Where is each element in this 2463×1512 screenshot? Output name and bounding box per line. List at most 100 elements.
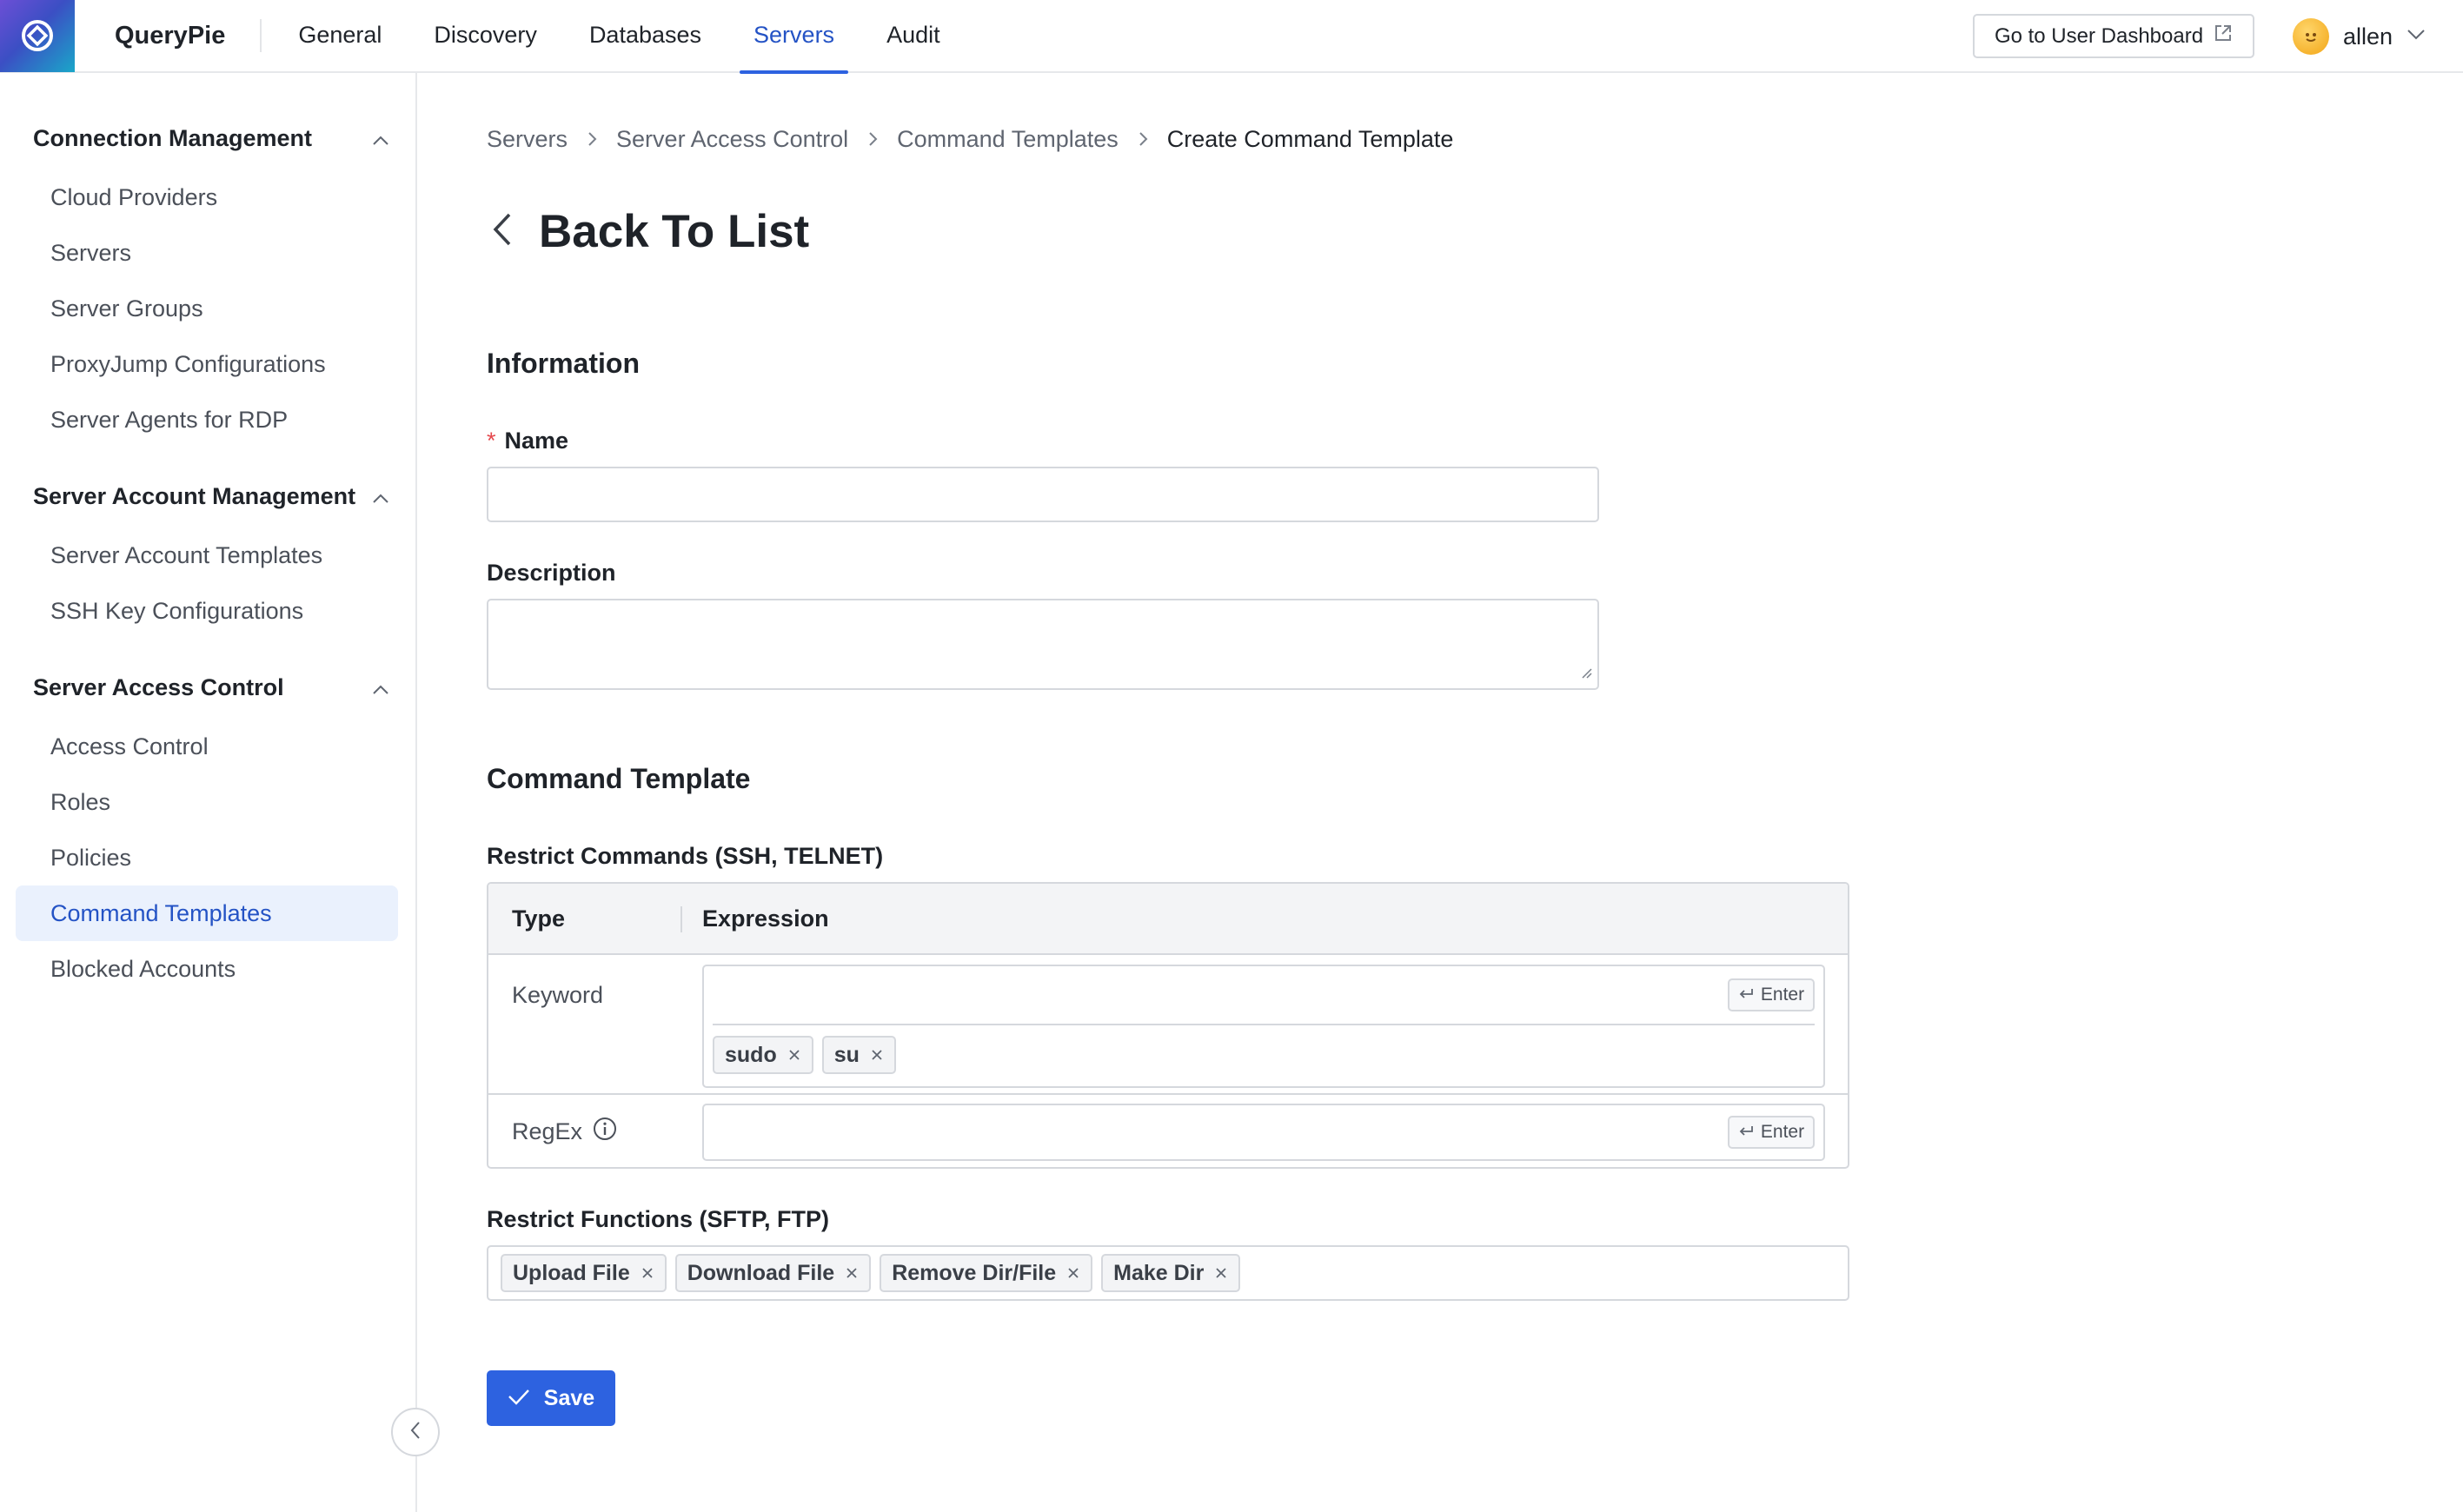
sidebar-item-ssh-key-configurations[interactable]: SSH Key Configurations [16,583,398,639]
regex-input[interactable] [713,1109,1703,1156]
sidebar-item-proxyjump-configurations[interactable]: ProxyJump Configurations [16,336,398,392]
keyword-tag: su [821,1036,896,1074]
chevron-up-icon [372,483,389,510]
sidebar-group-connection-management[interactable]: Connection Management [33,121,389,156]
topnav-audit[interactable]: Audit [860,0,966,72]
tag-label: sudo [725,1042,777,1067]
column-header-expression: Expression [702,905,829,932]
enter-label: Enter [1760,985,1805,1005]
enter-return-icon [1738,985,1754,1005]
close-icon[interactable] [641,1266,654,1280]
save-button[interactable]: Save [487,1370,615,1426]
sidebar-item-policies[interactable]: Policies [16,830,398,885]
sidebar-item-access-control[interactable]: Access Control [16,719,398,774]
required-mark: * [487,428,496,454]
sidebar-collapse-button[interactable] [391,1408,440,1456]
keyword-input[interactable] [713,970,1703,1020]
sidebar: Connection Management Cloud Providers Se… [0,73,417,1512]
enter-return-icon [1738,1122,1754,1143]
breadcrumb-servers[interactable]: Servers [487,126,568,153]
column-divider [680,906,682,932]
chevron-up-icon [372,674,389,701]
chevron-right-icon [867,131,878,147]
app-root: QueryPie General Discovery Databases Ser… [0,0,2463,1512]
go-to-user-dashboard-button[interactable]: Go to User Dashboard [1973,14,2254,58]
save-button-label: Save [543,1385,595,1410]
back-to-list-button[interactable]: Back To List [492,196,809,266]
user-name: allen [2343,23,2393,50]
tag-label: Download File [687,1260,835,1285]
restrict-functions-label: Restrict Functions (SFTP, FTP) [487,1206,830,1232]
regex-label: RegEx [512,1117,583,1144]
user-menu[interactable]: allen [2293,16,2426,57]
name-label-text: Name [504,428,569,454]
regex-expression-field: Enter [702,1104,1825,1161]
topnav-discovery[interactable]: Discovery [408,0,563,72]
brand-name: QueryPie [115,19,262,52]
keyword-expression-field: Enter sudo su [702,965,1825,1088]
restrict-commands-table: Type Expression Keyword Enter sudo su Re… [487,882,1849,1169]
close-icon[interactable] [1066,1266,1080,1280]
sidebar-item-roles[interactable]: Roles [16,774,398,830]
table-header: Type Expression [488,884,1848,955]
topnav-servers[interactable]: Servers [727,0,860,74]
chevron-down-icon [2407,29,2426,45]
topnav-general[interactable]: General [272,0,408,72]
page-title: Back To List [539,205,810,257]
dashboard-button-label: Go to User Dashboard [1994,23,2204,48]
close-icon[interactable] [1214,1266,1228,1280]
breadcrumb: Servers Server Access Control Command Te… [487,122,1453,156]
column-header-type: Type [512,905,566,932]
regex-row-label: RegEx [512,1114,617,1149]
sidebar-item-servers[interactable]: Servers [16,225,398,281]
tag-label: su [833,1042,860,1067]
querypie-logo-icon[interactable] [0,0,75,72]
avatar [2293,18,2329,55]
restrict-functions-select[interactable]: Upload File Download File Remove Dir/Fil… [487,1245,1849,1301]
function-tag-upload-file: Upload File [501,1254,667,1292]
chevron-right-icon [1138,131,1148,147]
resize-handle-icon[interactable] [1578,665,1592,683]
keyword-row-label: Keyword [512,978,603,1012]
restrict-commands-label: Restrict Commands (SSH, TELNET) [487,843,884,869]
sidebar-item-cloud-providers[interactable]: Cloud Providers [16,169,398,225]
sidebar-group-title: Server Access Control [33,673,284,700]
info-icon[interactable] [593,1117,617,1147]
keyword-tags: sudo su [713,1036,896,1074]
close-icon[interactable] [870,1048,884,1062]
tag-label: Remove Dir/File [892,1260,1057,1285]
sidebar-group-title: Connection Management [33,124,313,151]
sidebar-group-title: Server Account Management [33,482,356,509]
breadcrumb-current-page: Create Command Template [1166,125,1454,152]
tag-label: Upload File [513,1260,630,1285]
sidebar-item-blocked-accounts[interactable]: Blocked Accounts [16,941,398,997]
close-icon[interactable] [787,1048,801,1062]
top-nav: General Discovery Databases Servers Audi… [272,0,966,74]
name-input[interactable] [487,467,1599,522]
command-template-section-title: Command Template [487,763,751,794]
sidebar-item-server-agents-for-rdp[interactable]: Server Agents for RDP [16,392,398,448]
sidebar-group-server-account-management[interactable]: Server Account Management [33,479,389,514]
sidebar-item-command-templates[interactable]: Command Templates [16,885,398,941]
chevron-left-icon [409,1421,422,1444]
close-icon[interactable] [845,1266,859,1280]
information-section-title: Information [487,348,640,379]
chevron-left-icon [492,212,513,251]
regex-enter-button[interactable]: Enter [1728,1116,1815,1149]
description-label: Description [487,560,616,586]
description-textarea[interactable] [487,599,1599,690]
top-bar: QueryPie General Discovery Databases Ser… [0,0,2463,74]
breadcrumb-server-access-control[interactable]: Server Access Control [616,126,848,153]
sidebar-item-server-account-templates[interactable]: Server Account Templates [16,527,398,583]
tag-label: Make Dir [1113,1260,1205,1285]
divider [713,1024,1815,1025]
chevron-right-icon [587,131,597,147]
topnav-databases[interactable]: Databases [563,0,727,72]
sidebar-group-server-access-control[interactable]: Server Access Control [33,670,389,705]
breadcrumb-command-templates[interactable]: Command Templates [897,126,1119,153]
sidebar-item-server-groups[interactable]: Server Groups [16,281,398,336]
name-label: * Name [487,428,568,454]
external-link-icon [2214,23,2233,49]
keyword-enter-button[interactable]: Enter [1728,978,1815,1011]
check-icon [508,1386,530,1411]
